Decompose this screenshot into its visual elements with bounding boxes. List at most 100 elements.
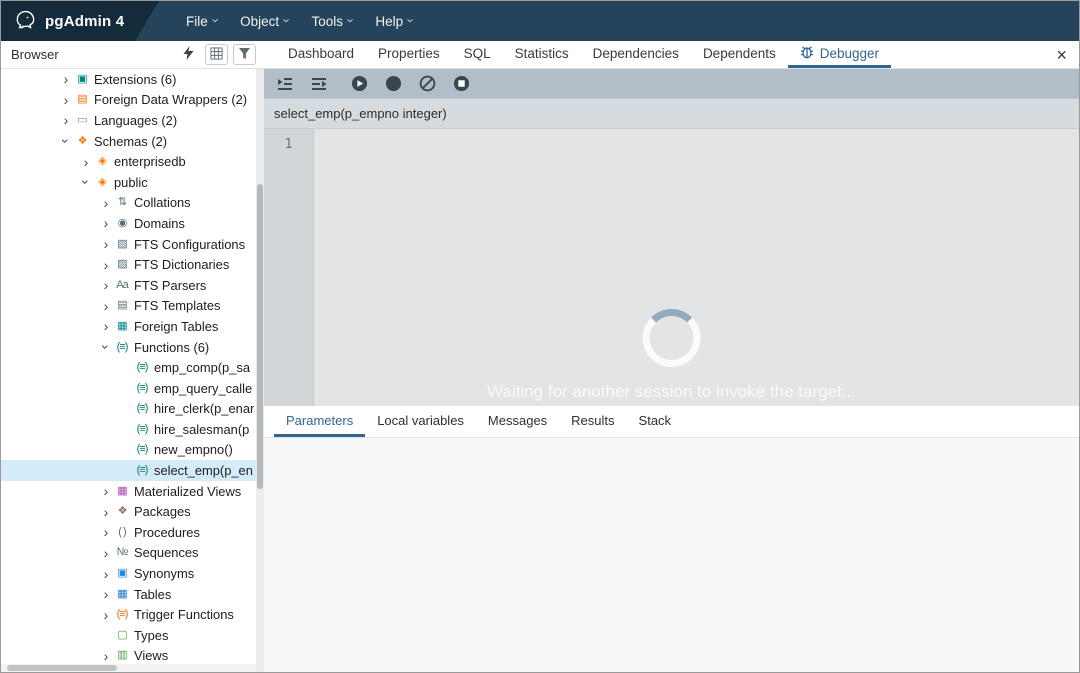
tree-item-materialized-views[interactable]: › ▦ Materialized Views [1, 481, 256, 502]
toggle-breakpoint-button[interactable] [380, 72, 406, 96]
tab-debugger[interactable]: Debugger [787, 41, 892, 68]
line-number-gutter: 1 [264, 129, 314, 406]
tree-item-emp-query-calle[interactable]: (≡) emp_query_calle [1, 378, 256, 399]
tree-item-label: enterprisedb [114, 154, 186, 170]
close-icon[interactable]: × [1056, 46, 1067, 64]
filter-button[interactable] [233, 44, 256, 65]
chevron-right-icon[interactable]: › [99, 299, 113, 313]
code-editor[interactable]: 1 Waiting for another session to invoke … [264, 128, 1079, 406]
debugger-panel: select_emp(p_empno integer) 1 Waiting fo… [264, 69, 1079, 672]
menu-tools[interactable]: Tools › [300, 1, 364, 41]
tree-item-types[interactable]: ▢ Types [1, 625, 256, 646]
lightning-button[interactable] [177, 44, 200, 65]
chevron-right-icon[interactable]: › [99, 567, 113, 581]
stop-button[interactable] [448, 72, 474, 96]
tree-horizontal-scrollbar[interactable] [1, 664, 256, 672]
step-over-button[interactable] [306, 72, 332, 96]
chevron-right-icon[interactable]: › [99, 505, 113, 519]
tree-item-fts-dictionaries[interactable]: › ▨ FTS Dictionaries [1, 254, 256, 275]
tab-local-variables[interactable]: Local variables [365, 406, 476, 437]
tree-item-select-emp-p-en[interactable]: (≡) select_emp(p_en [1, 460, 256, 481]
grid-button[interactable] [205, 44, 228, 65]
menu-file[interactable]: File › [175, 1, 229, 41]
chevron-right-icon[interactable]: › [99, 237, 113, 251]
tree-item-extensions-6[interactable]: › ▣ Extensions (6) [1, 69, 256, 90]
tree-item-sequences[interactable]: › № Sequences [1, 543, 256, 564]
tree-vertical-scrollbar-thumb[interactable] [257, 184, 263, 489]
function-icon: (≡) [136, 403, 149, 415]
tab-dependencies[interactable]: Dependencies [581, 41, 691, 68]
clear-all-breakpoints-button[interactable] [414, 72, 440, 96]
tab-sql[interactable]: SQL [452, 41, 503, 68]
tree-item-new-empno[interactable]: (≡) new_empno() [1, 440, 256, 461]
functions-icon: (≡) [116, 341, 129, 353]
tree-item-procedures[interactable]: › ( ) Procedures [1, 522, 256, 543]
step-into-button[interactable] [272, 72, 298, 96]
chevron-right-icon[interactable]: › [99, 319, 113, 333]
packages-icon: ❖ [117, 506, 128, 518]
tab-dependents[interactable]: Dependents [691, 41, 788, 68]
menu-help[interactable]: Help › [364, 1, 424, 41]
tree-item-collations[interactable]: › ⇅ Collations [1, 193, 256, 214]
tree-item-enterprisedb[interactable]: › ◈ enterprisedb [1, 151, 256, 172]
tree-horizontal-scrollbar-thumb[interactable] [7, 665, 117, 671]
tree-vertical-scrollbar[interactable] [256, 69, 264, 672]
tree-item-fts-parsers[interactable]: › Aa FTS Parsers [1, 275, 256, 296]
continue-button[interactable] [346, 72, 372, 96]
tree-item-synonyms[interactable]: › ▣ Synonyms [1, 563, 256, 584]
chevron-right-icon[interactable]: › [99, 546, 113, 560]
chevron-right-icon[interactable]: › [59, 93, 73, 107]
chevron-down-icon: › [343, 18, 359, 23]
chevron-right-icon[interactable]: › [59, 72, 73, 86]
tree-item-label: Foreign Tables [134, 318, 219, 334]
browser-panel-header: Browser [1, 41, 264, 68]
fts-templates-icon: ▤ [117, 300, 127, 312]
tab-properties[interactable]: Properties [366, 41, 452, 68]
tree-item-trigger-functions[interactable]: › (≡) Trigger Functions [1, 604, 256, 625]
tree-item-emp-comp-p-sa[interactable]: (≡) emp_comp(p_sa [1, 357, 256, 378]
function-signature-text: select_emp(p_empno integer) [274, 106, 447, 121]
languages-icon: ▭ [77, 114, 87, 126]
tab-parameters[interactable]: Parameters [274, 406, 366, 437]
tab-results[interactable]: Results [559, 406, 626, 437]
tree-item-fts-configurations[interactable]: › ▧ FTS Configurations [1, 234, 256, 255]
tree-item-hire-salesman-p[interactable]: (≡) hire_salesman(p [1, 419, 256, 440]
tree-item-domains[interactable]: › ◉ Domains [1, 213, 256, 234]
chevron-right-icon[interactable]: › [79, 155, 93, 169]
tree-item-packages[interactable]: › ❖ Packages [1, 501, 256, 522]
procedures-icon: ( ) [118, 526, 126, 538]
chevron-right-icon[interactable]: › [99, 278, 113, 292]
chevron-right-icon[interactable]: › [59, 113, 73, 127]
tree-item-schemas-2[interactable]: › ❖ Schemas (2) [1, 131, 256, 152]
chevron-right-icon[interactable]: › [99, 258, 113, 272]
chevron-right-icon[interactable]: › [99, 649, 113, 663]
fts-parsers-icon: Aa [116, 279, 128, 291]
function-icon: (≡) [136, 382, 149, 394]
tree-item-public[interactable]: › ◈ public [1, 172, 256, 193]
tree-item-tables[interactable]: › ▦ Tables [1, 584, 256, 605]
chevron-right-icon[interactable]: › [99, 484, 113, 498]
tree-item-label: FTS Parsers [134, 277, 207, 293]
chevron-right-icon[interactable]: › [99, 196, 113, 210]
chevron-right-icon[interactable]: › [99, 525, 113, 539]
tree-item-foreign-data-wrappers-2[interactable]: › ▤ Foreign Data Wrappers (2) [1, 90, 256, 111]
tree-item-hire-clerk-p-enar[interactable]: (≡) hire_clerk(p_enar [1, 399, 256, 420]
tab-statistics[interactable]: Statistics [503, 41, 581, 68]
tree-item-fts-templates[interactable]: › ▤ FTS Templates [1, 296, 256, 317]
tab-messages[interactable]: Messages [476, 406, 559, 437]
tree-item-foreign-tables[interactable]: › ▦ Foreign Tables [1, 316, 256, 337]
chevron-right-icon[interactable]: › [99, 216, 113, 230]
chevron-right-icon[interactable]: › [99, 587, 113, 601]
tree-item-functions-6[interactable]: › (≡) Functions (6) [1, 337, 256, 358]
tab-stack[interactable]: Stack [627, 406, 684, 437]
chevron-right-icon[interactable]: › [99, 608, 113, 622]
debugger-bottom-tabs: Parameters Local variables Messages Results… [264, 406, 1079, 438]
fdw-icon: ▤ [77, 94, 87, 106]
menu-object[interactable]: Object › [229, 1, 300, 41]
chevron-down-icon[interactable]: › [98, 340, 114, 354]
chevron-down-icon[interactable]: › [78, 175, 94, 189]
chevron-down-icon[interactable]: › [58, 134, 74, 148]
tab-dashboard[interactable]: Dashboard [276, 41, 366, 68]
tree-item-languages-2[interactable]: › ▭ Languages (2) [1, 110, 256, 131]
schemas-icon: ❖ [77, 135, 88, 147]
